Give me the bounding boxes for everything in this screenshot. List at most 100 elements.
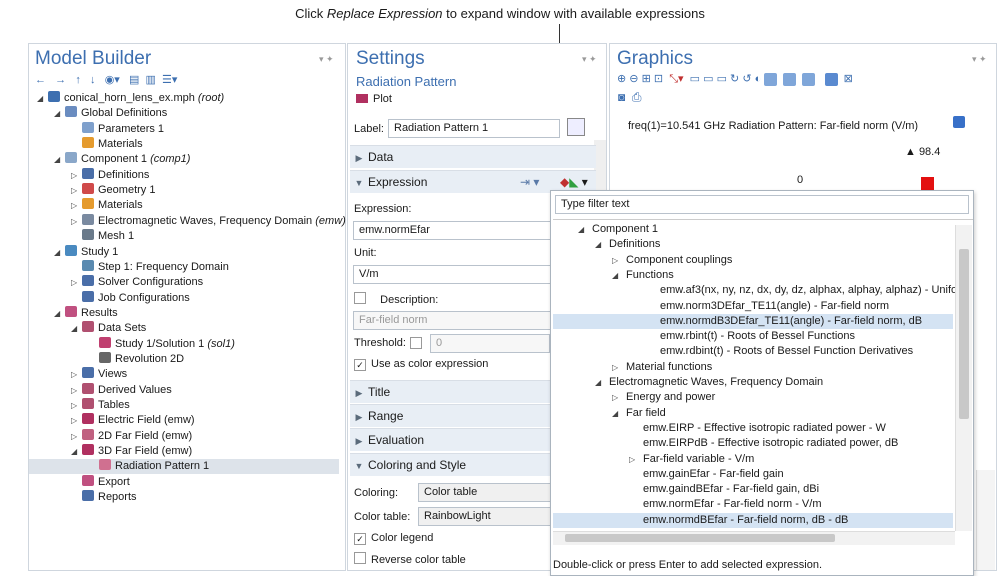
expression-item[interactable]: ▷ Far-field variable - V/m (553, 452, 953, 467)
popup-horizontal-scrollbar[interactable] (553, 531, 955, 545)
tree-item[interactable]: Export (71, 474, 130, 490)
collapse-icon[interactable]: ▤ (129, 74, 139, 86)
tree-item[interactable]: Step 1: Frequency Domain (71, 259, 229, 275)
expand-toggle-icon[interactable]: ▷ (71, 198, 81, 213)
expand-toggle-icon[interactable]: ◢ (37, 91, 47, 106)
expression-item[interactable]: emw.gainEfar - Far-field gain (553, 467, 953, 482)
expand-toggle-icon[interactable]: ▷ (612, 253, 626, 268)
tree-item[interactable]: Mesh 1 (71, 229, 134, 244)
threshold-checkbox[interactable] (410, 337, 427, 351)
expression-item[interactable]: ▷ Material functions (553, 360, 953, 375)
expand-toggle-icon[interactable]: ▷ (629, 452, 643, 467)
pin-icon[interactable]: ▾ ✦ (319, 54, 334, 65)
tree-item[interactable]: ◢ Component 1 (comp1) (54, 152, 190, 167)
wireframe-icon[interactable] (783, 72, 797, 86)
expand-toggle-icon[interactable]: ◢ (71, 321, 81, 336)
tree-item[interactable]: ▷ Tables (71, 398, 130, 413)
expression-item[interactable]: ◢ Definitions (553, 237, 953, 252)
expression-item[interactable]: ◢ Far field (553, 406, 953, 421)
expand-toggle-icon[interactable]: ▷ (71, 183, 81, 198)
expand-toggle-icon[interactable]: ▷ (71, 413, 81, 428)
tree-item[interactable]: ▷ Definitions (71, 167, 149, 183)
expand-toggle-icon[interactable]: ◢ (612, 406, 626, 421)
tree-item[interactable]: ▷ Geometry 1 (71, 183, 155, 198)
expand-toggle-icon[interactable]: ▷ (71, 275, 81, 290)
tree-item[interactable]: Materials (71, 137, 143, 152)
rotate-icon[interactable]: ↻ (730, 73, 739, 85)
view-xy-icon[interactable]: ▭ (690, 73, 700, 85)
plot-button[interactable]: Plot (356, 93, 392, 105)
expand-toggle-icon[interactable]: ◢ (595, 375, 609, 390)
expand-toggle-icon[interactable]: ◢ (578, 222, 592, 237)
tree-item[interactable]: ◢ Results (54, 305, 118, 321)
zoom-out-icon[interactable]: ⊖ (629, 73, 638, 85)
insert-expression-icon[interactable]: ⇥ ▾ (520, 171, 539, 193)
expand-toggle-icon[interactable]: ◢ (612, 268, 626, 283)
expand-toggle-icon[interactable]: ▷ (71, 398, 81, 413)
expression-field[interactable]: emw.normEfar (353, 221, 553, 240)
tree-item[interactable]: ◢ Data Sets (71, 321, 146, 336)
view-yz-icon[interactable]: ▭ (703, 73, 713, 85)
expression-item[interactable]: emw.EIRPdB - Effective isotropic radiate… (553, 436, 953, 451)
expression-item[interactable]: ◢ Functions (553, 268, 953, 283)
print-icon[interactable]: ⎙ (632, 90, 642, 104)
tree-item[interactable]: ◢ Global Definitions (54, 106, 167, 121)
label-field[interactable]: Radiation Pattern 1 (388, 119, 560, 138)
expression-item[interactable]: ▷ Component couplings (553, 253, 953, 268)
tree-item[interactable]: ▷ Electromagnetic Waves, Frequency Domain… (71, 213, 346, 229)
tree-item[interactable]: ◢ 3D Far Field (emw) (71, 444, 192, 459)
list-menu-icon[interactable]: ☰▾ (162, 74, 177, 86)
threshold-field[interactable]: 0 (430, 334, 550, 353)
camera-icon[interactable]: ◙ (618, 90, 625, 104)
tree-item[interactable]: Revolution 2D (88, 351, 184, 367)
expression-item[interactable]: ◢ Electromagnetic Waves, Frequency Domain (553, 375, 953, 390)
tree-item[interactable]: ▷ Derived Values (71, 382, 172, 398)
tree-item[interactable]: ▷ Solver Configurations (71, 275, 203, 290)
color-expression-checkbox[interactable]: ✓ Use as color expression (354, 358, 488, 371)
expression-item[interactable]: emw.rGainEfar - Realized far-field gain (553, 528, 953, 530)
pin-icon[interactable]: ▾ ✦ (582, 54, 597, 65)
section-data[interactable]: ▶ Data (350, 145, 596, 168)
forward-arrow-icon[interactable]: → (55, 74, 66, 86)
tree-item[interactable]: ◢ Study 1 (54, 244, 118, 260)
tree-item[interactable]: ▷ Views (71, 367, 127, 382)
window-icon[interactable] (824, 72, 838, 86)
expand-toggle-icon[interactable]: ▷ (71, 429, 81, 444)
view-zx-icon[interactable]: ▭ (717, 73, 727, 85)
expression-item[interactable]: emw.af3(nx, ny, nz, dx, dy, dz, alphax, … (553, 283, 955, 298)
back-arrow-icon[interactable]: ← (35, 74, 46, 86)
unit-field[interactable]: V/m (353, 265, 553, 284)
expand-toggle-icon[interactable]: ◢ (71, 444, 81, 459)
description-checkbox[interactable]: Description: (354, 292, 438, 306)
zoom-in-icon[interactable]: ⊕ (617, 73, 626, 85)
zoom-box-icon[interactable]: ⊞ (642, 73, 651, 85)
expression-item[interactable]: emw.normEfar - Far-field norm - V/m (553, 497, 953, 512)
expression-item[interactable]: emw.normdBEfar - Far-field norm, dB - dB (553, 512, 953, 528)
expand-toggle-icon[interactable]: ◢ (595, 237, 609, 252)
color-legend-checkbox[interactable]: ✓ Color legend (354, 532, 433, 545)
zoom-extents-icon[interactable]: ⊡ (654, 73, 663, 85)
tree-item[interactable]: Radiation Pattern 1 (29, 459, 339, 475)
show-icon[interactable]: ◉▾ (105, 74, 120, 86)
expand-toggle-icon[interactable]: ◢ (54, 106, 64, 121)
filter-input[interactable]: Type filter text (555, 195, 969, 214)
tree-item[interactable]: Parameters 1 (71, 121, 164, 137)
tree-item[interactable]: ▷ Materials (71, 198, 143, 213)
expression-item[interactable]: ◢ Component 1 (553, 222, 953, 237)
color-table-select[interactable]: RainbowLight (418, 507, 552, 526)
tree-item[interactable]: ◢ conical_horn_lens_ex.mph (root) (37, 91, 224, 106)
move-up-icon[interactable]: ↑ (75, 74, 81, 86)
pin-icon[interactable]: ▾ ✦ (972, 54, 987, 65)
expression-item[interactable]: emw.norm3DEfar_TE11(angle) - Far-field n… (553, 299, 953, 314)
expression-item[interactable]: emw.gaindBEfar - Far-field gain, dBi (553, 482, 953, 497)
expression-item[interactable]: emw.EIRP - Effective isotropic radiated … (553, 421, 953, 436)
scene-light-icon[interactable]: ◐ (755, 73, 762, 85)
reset-icon[interactable]: ↺ (742, 73, 751, 85)
export-icon[interactable]: ⊠ (844, 73, 853, 85)
popup-vertical-scrollbar[interactable] (955, 225, 972, 531)
expand-toggle-icon[interactable]: ▷ (71, 383, 81, 398)
expression-item[interactable]: ▷ Energy and power (553, 390, 953, 405)
expression-item[interactable]: emw.normdB3DEfar_TE11(angle) - Far-field… (553, 313, 953, 329)
axes-icon[interactable]: ⤡▾ (669, 73, 683, 85)
expression-item[interactable]: emw.rbint(t) - Roots of Bessel Functions (553, 329, 953, 344)
